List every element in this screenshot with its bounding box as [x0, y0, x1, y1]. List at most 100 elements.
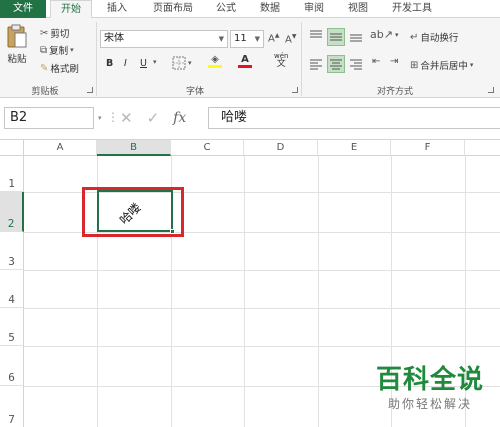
paste-button[interactable]: 粘贴 — [6, 24, 28, 65]
align-top-icon — [310, 30, 322, 38]
merge-center-label: 合并后居中 — [420, 61, 468, 72]
clipboard-launcher-icon[interactable] — [87, 87, 93, 93]
group-divider — [301, 22, 302, 96]
underline-button[interactable]: U — [140, 58, 147, 69]
gridline — [24, 270, 500, 271]
top-align-button[interactable] — [308, 28, 324, 44]
copy-label: 复制 — [49, 46, 69, 57]
bottom-align-button[interactable] — [348, 28, 364, 44]
italic-button[interactable]: I — [124, 58, 127, 69]
clipboard-group-label: 剪贴板 — [31, 87, 59, 97]
align-center-icon — [330, 59, 342, 70]
chevron-down-icon: ▾ — [70, 46, 74, 54]
align-bottom-icon — [350, 34, 362, 42]
cancel-icon[interactable]: ✕ — [120, 109, 133, 127]
row-header-1[interactable]: 1 — [0, 156, 24, 192]
watermark-logo: 百科全说 助你轻松解决 — [376, 365, 484, 412]
column-header-d[interactable]: D — [244, 140, 318, 156]
merge-center-button[interactable]: ⊞ 合并后居中 ▾ — [410, 58, 474, 73]
font-size-select[interactable]: 11 ▼ — [230, 30, 264, 48]
bold-button[interactable]: B — [106, 58, 113, 69]
row-header-4[interactable]: 4 — [0, 270, 24, 308]
chevron-down-icon: ▾ — [153, 58, 157, 66]
tab-view[interactable]: 视图 — [340, 0, 376, 18]
font-name-value: 宋体 — [104, 33, 124, 44]
confirm-icon[interactable]: ✓ — [147, 109, 160, 127]
wrap-text-button[interactable]: ↵ 自动换行 — [410, 30, 459, 45]
chevron-down-icon: ▼ — [218, 35, 224, 43]
clipboard-icon — [7, 24, 27, 48]
font-color-button[interactable]: A — [238, 54, 252, 68]
paintbrush-icon: ✎ — [40, 62, 49, 74]
insert-function-icon[interactable]: fx — [173, 110, 186, 126]
borders-button[interactable]: ▾ — [172, 56, 192, 70]
column-header-f[interactable]: F — [391, 140, 465, 156]
fill-color-swatch — [208, 65, 222, 68]
alignment-launcher-icon[interactable] — [488, 87, 494, 93]
align-center-button[interactable] — [327, 55, 345, 73]
tab-data[interactable]: 数据 — [252, 0, 288, 18]
watermark-subtitle: 助你轻松解决 — [388, 397, 473, 411]
font-size-value: 11 — [234, 33, 247, 44]
formula-input[interactable]: 哈喽 — [208, 107, 500, 129]
row-header-6[interactable]: 6 — [0, 346, 24, 386]
copy-button[interactable]: ⧉ 复制 ▾ — [40, 43, 74, 58]
gridline — [24, 346, 500, 347]
merge-icon: ⊞ — [410, 59, 419, 71]
wrap-text-label: 自动换行 — [420, 33, 459, 44]
row-header-5[interactable]: 5 — [0, 308, 24, 346]
tab-developer[interactable]: 开发工具 — [384, 0, 440, 18]
paste-label: 粘贴 — [7, 54, 27, 65]
name-box[interactable]: B2 — [4, 107, 94, 129]
copy-icon: ⧉ — [40, 44, 48, 56]
decrease-font-button[interactable]: A▼ — [285, 33, 296, 45]
formula-bar: B2 ▾ ⋮ ✕ ✓ fx 哈喽 — [0, 98, 500, 140]
align-left-button[interactable] — [308, 56, 324, 72]
tab-page-layout[interactable]: 页面布局 — [144, 0, 202, 18]
chevron-down-icon: ▾ — [188, 59, 192, 67]
formula-actions: ✕ ✓ fx — [114, 107, 204, 129]
column-header-c[interactable]: C — [171, 140, 244, 156]
gridline — [24, 308, 500, 309]
text-orientation-icon: ab↗ — [370, 28, 393, 41]
row-header-3[interactable]: 3 — [0, 232, 24, 270]
row-header-7[interactable]: 7 — [0, 386, 24, 427]
font-launcher-icon[interactable] — [292, 87, 298, 93]
tab-review[interactable]: 审阅 — [296, 0, 332, 18]
increase-indent-button[interactable]: ⇥ — [390, 56, 398, 67]
phonetic-char: 文 — [276, 59, 286, 69]
group-divider — [96, 22, 97, 96]
tab-formulas[interactable]: 公式 — [208, 0, 244, 18]
underline-dropdown[interactable]: ▾ — [153, 58, 157, 66]
column-header-g[interactable] — [465, 140, 500, 156]
fill-color-button[interactable]: ◈ — [208, 54, 222, 68]
chevron-down-icon: ▼ — [254, 35, 260, 43]
format-painter-button[interactable]: ✎ 格式刷 — [40, 61, 79, 76]
chevron-down-icon[interactable]: ▾ — [98, 114, 102, 122]
increase-font-button[interactable]: A▲ — [268, 32, 279, 44]
row-header-2[interactable]: 2 — [0, 192, 24, 232]
tab-home[interactable]: 开始 — [50, 0, 92, 19]
cut-label: 剪切 — [50, 29, 70, 40]
scissors-icon: ✂ — [40, 27, 49, 39]
orientation-button[interactable]: ab↗ ▾ — [370, 28, 398, 41]
column-header-e[interactable]: E — [318, 140, 391, 156]
middle-align-button[interactable] — [327, 28, 345, 46]
font-name-select[interactable]: 宋体 ▼ — [100, 30, 228, 48]
decrease-font-icon: A▼ — [285, 33, 297, 46]
font-color-icon: A — [241, 54, 249, 65]
highlight-frame — [82, 187, 184, 237]
chevron-down-icon: ▾ — [394, 30, 399, 39]
column-header-a[interactable]: A — [24, 140, 97, 156]
tab-file[interactable]: 文件 — [0, 0, 46, 18]
decrease-indent-button[interactable]: ⇤ — [372, 56, 380, 67]
paint-bucket-icon: ◈ — [211, 54, 219, 65]
tab-insert[interactable]: 插入 — [98, 0, 136, 18]
chevron-down-icon: ▾ — [469, 61, 474, 69]
phonetic-button[interactable]: wén 文 — [274, 52, 288, 69]
outdent-icon: ⇤ — [372, 56, 381, 67]
cut-button[interactable]: ✂ 剪切 — [40, 26, 70, 41]
column-header-b[interactable]: B — [97, 140, 171, 156]
select-all-corner[interactable] — [0, 140, 24, 156]
align-right-button[interactable] — [348, 56, 364, 72]
